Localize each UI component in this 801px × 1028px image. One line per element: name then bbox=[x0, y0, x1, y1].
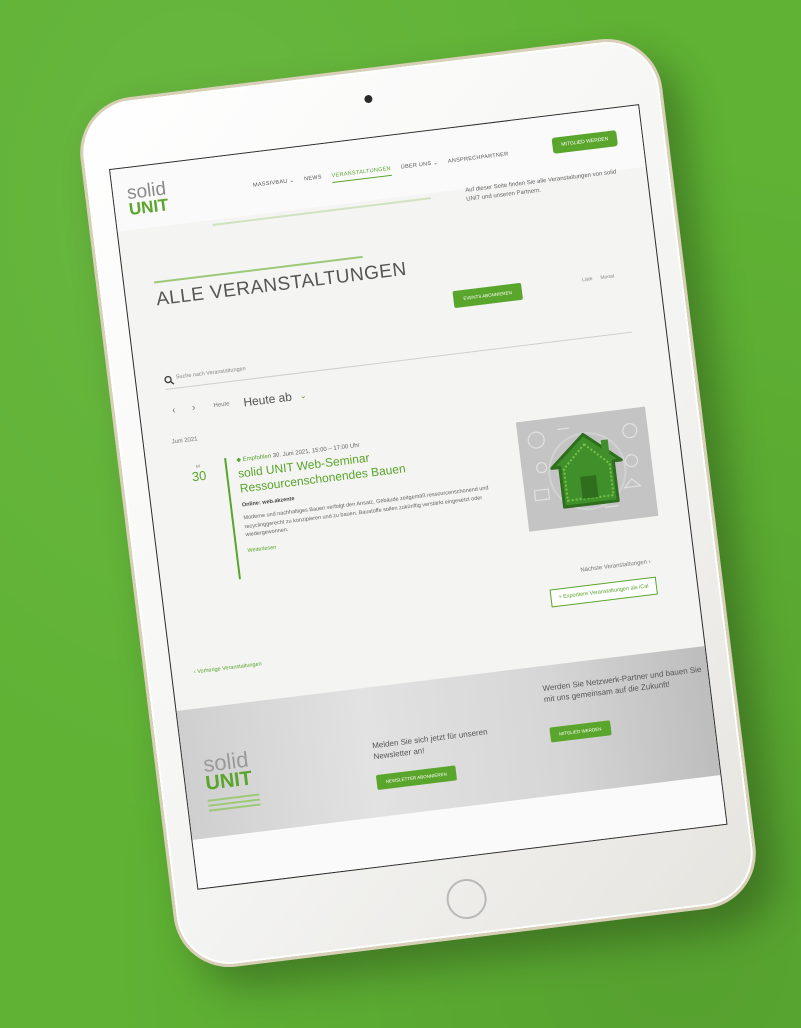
become-member-button[interactable]: MITGLIED WERDEN bbox=[549, 720, 612, 743]
chevron-left-icon[interactable]: ‹ bbox=[167, 403, 181, 418]
nav-item-ueber-uns[interactable]: ÜBER UNS ⌄ bbox=[400, 160, 439, 175]
footer-logo-unit: UNIT bbox=[204, 767, 254, 795]
date-picker-label[interactable]: Heute ab bbox=[243, 390, 293, 410]
month-label: Juni 2021 bbox=[171, 436, 199, 446]
member-button[interactable]: MITGLIED WERDEN bbox=[551, 130, 619, 154]
date-navigation: ‹ › Heute Heute ab ⌄ bbox=[167, 388, 307, 419]
site-header: solid UNIT MASSIVBAU ⌄ NEWS VERANSTALTUN… bbox=[110, 105, 646, 232]
nav-item-ansprechpartner[interactable]: ANSPRECHPARTNER bbox=[448, 151, 510, 168]
event-day: 30 bbox=[190, 467, 208, 485]
newsletter-subscribe-button[interactable]: NEWSLETTER ABONNIEREN bbox=[375, 765, 457, 791]
view-month-link[interactable]: Monat bbox=[600, 273, 615, 281]
export-ical-button[interactable]: + Exportiere Veranstaltungen als iCal bbox=[549, 576, 658, 608]
tablet-screen: solid UNIT MASSIVBAU ⌄ NEWS VERANSTALTUN… bbox=[109, 104, 728, 890]
event-date-badge: MI 30 bbox=[187, 462, 211, 485]
search-icon bbox=[164, 375, 175, 385]
event-image[interactable] bbox=[515, 406, 659, 532]
chevron-right-icon[interactable]: › bbox=[187, 401, 201, 416]
subscribe-events-button[interactable]: EVENTS ABONNIEREN bbox=[452, 282, 523, 309]
home-button-icon[interactable] bbox=[444, 876, 489, 922]
nav-item-news[interactable]: NEWS bbox=[304, 174, 323, 186]
chevron-down-icon[interactable]: ⌄ bbox=[299, 390, 307, 400]
event-location-label: Online: bbox=[241, 500, 262, 509]
previous-events-link[interactable]: ‹ Vorherige Veranstaltungen bbox=[194, 661, 262, 675]
search-bar[interactable]: Suche nach Veranstaltungen bbox=[163, 315, 632, 390]
view-list-link[interactable]: Liste bbox=[582, 276, 593, 283]
green-house-icon bbox=[515, 406, 659, 532]
partner-text: Werden Sie Netzwerk-Partner und bauen Si… bbox=[542, 664, 702, 704]
search-input[interactable]: Suche nach Veranstaltungen bbox=[176, 366, 247, 381]
next-events-link[interactable]: Nächste Veranstaltungen › bbox=[580, 559, 651, 574]
newsletter-text: Melden Sie sich jetzt für unseren Newsle… bbox=[371, 727, 489, 762]
today-button[interactable]: Heute bbox=[213, 401, 230, 409]
nav-item-veranstaltungen[interactable]: VERANSTALTUNGEN bbox=[331, 165, 392, 184]
event-card: ◆ Empfohlen 30. Juni 2021, 15:00 – 17:00… bbox=[224, 425, 507, 580]
tablet-device: solid UNIT MASSIVBAU ⌄ NEWS VERANSTALTUN… bbox=[73, 32, 763, 974]
nav-item-massivbau[interactable]: MASSIVBAU ⌄ bbox=[253, 178, 295, 193]
camera-icon bbox=[363, 94, 373, 104]
logo-unit-text[interactable]: UNIT bbox=[128, 195, 170, 219]
view-switcher: Liste Monat bbox=[582, 273, 615, 283]
footer-logo-lines bbox=[207, 793, 261, 815]
event-location-value: web.akzente bbox=[261, 496, 295, 506]
